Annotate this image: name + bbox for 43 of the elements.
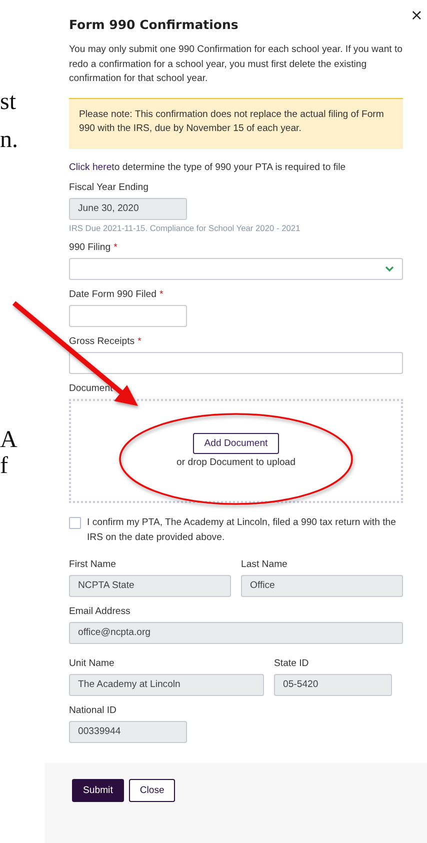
field-label: Date Form 990 Filed	[69, 288, 156, 300]
field-label: Unit Name	[69, 658, 116, 668]
chevron-down-icon	[385, 266, 394, 272]
field-label: Fiscal Year Ending	[69, 182, 150, 192]
field-label: Email Address	[69, 606, 132, 616]
field-label: 990 Filing	[69, 242, 111, 252]
page-text: A	[0, 428, 18, 452]
field-label: National ID	[69, 704, 118, 716]
first-name-field: NCPTA State	[69, 574, 231, 596]
field-label: First Name	[69, 558, 117, 570]
field-hint: IRS Due 2021-11-15. Compliance for School Year 2020 - 2021	[69, 222, 302, 232]
document-dropzone[interactable]: Add Document or drop Document to upload	[69, 398, 403, 502]
date-filed-field[interactable]	[69, 304, 187, 326]
field-label: Document	[69, 382, 114, 394]
required-mark: *	[159, 288, 164, 302]
page-text: f	[0, 454, 8, 478]
drop-hint: or drop Document to upload	[176, 457, 296, 468]
unit-name-field: The Academy at Lincoln	[69, 674, 264, 696]
national-id-field: 00339944	[69, 720, 187, 742]
close-dialog-button[interactable]: Close	[128, 778, 176, 802]
help-link[interactable]: Click here	[69, 162, 112, 172]
required-mark: *	[138, 336, 142, 348]
fiscal-year-field: June 30, 2020	[69, 198, 187, 220]
submit-button[interactable]: Submit	[72, 778, 124, 802]
page-text: n.	[0, 128, 18, 152]
close-button[interactable]: ×	[410, 8, 423, 23]
intro-text: You may only submit one 990 Confirmation for each school year. If you want to redo a confirmation for a school year, you must first delete the existing confirmation for that school year.	[69, 43, 403, 86]
field-label: Gross Receipts	[69, 336, 135, 346]
notice-banner: Please note: This confirmation does not replace the actual filing of Form 990 with the IRS, due by November 15 of each year.	[69, 98, 403, 148]
state-id-field: 05-5420	[274, 674, 392, 696]
filing-select[interactable]	[69, 258, 403, 280]
help-text: to determine the type of 990 your PTA is required to file	[112, 162, 346, 172]
confirm-text: I confirm my PTA, The Academy at Lincoln, filed a 990 tax return with the IRS on the date provided above.	[87, 516, 397, 544]
page-text: st	[0, 90, 16, 114]
gross-receipts-field[interactable]	[69, 352, 403, 374]
dialog-title: Form 990 Confirmations	[69, 17, 238, 32]
required-mark: *	[114, 242, 118, 254]
field-label: State ID	[274, 658, 310, 668]
field-label: Last Name	[241, 558, 288, 570]
last-name-field: Office	[241, 574, 403, 596]
email-field: office@ncpta.org	[69, 622, 403, 644]
add-document-button[interactable]: Add Document	[193, 433, 279, 454]
checkbox[interactable]	[69, 516, 81, 528]
